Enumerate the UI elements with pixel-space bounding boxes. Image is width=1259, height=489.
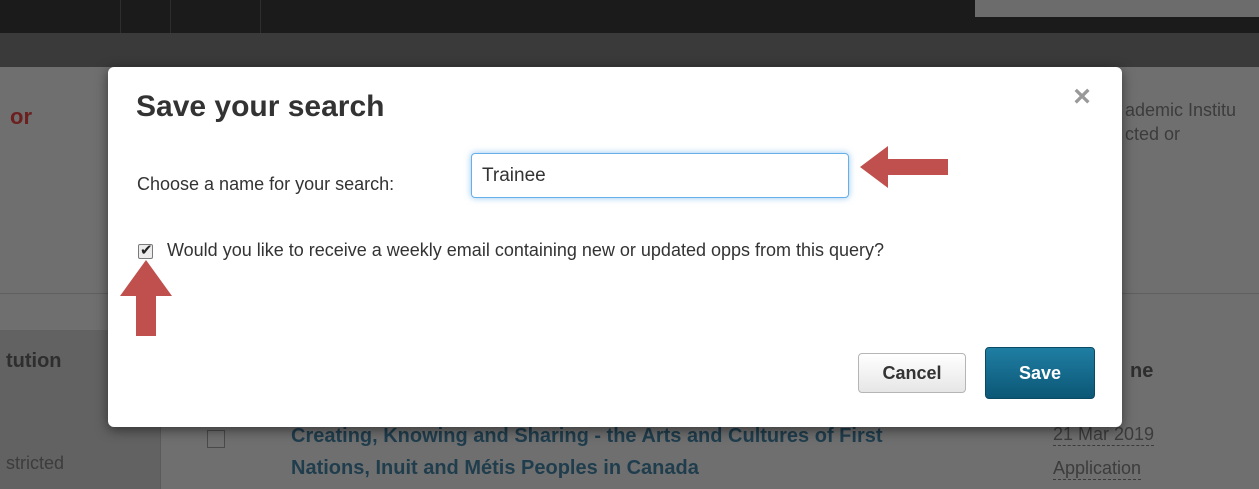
dialog-title: Save your search xyxy=(136,90,385,123)
result-title-link[interactable]: Nations, Inuit and Métis Peoples in Cana… xyxy=(291,457,699,480)
left-arrow-icon xyxy=(860,146,948,188)
close-button[interactable]: × xyxy=(1062,81,1102,113)
cancel-button[interactable]: Cancel xyxy=(858,353,966,393)
save-search-dialog: Save your search × Choose a name for you… xyxy=(108,67,1122,427)
user-area xyxy=(975,0,1259,17)
nav-segment xyxy=(0,0,121,33)
background-heading: or xyxy=(10,104,32,129)
sub-navigation-bar xyxy=(0,33,1259,68)
background-text: ademic Institu xyxy=(1125,100,1237,120)
search-name-label: Choose a name for your search: xyxy=(137,174,395,194)
sidebar-heading: tution xyxy=(6,350,62,372)
search-name-input[interactable] xyxy=(471,153,849,198)
weekly-email-label[interactable]: Would you like to receive a weekly email… xyxy=(167,240,884,261)
top-navigation-bar xyxy=(0,0,1259,33)
column-heading: ne xyxy=(1130,360,1154,382)
result-type: Application xyxy=(1053,458,1142,480)
nav-segment xyxy=(170,0,261,33)
save-button[interactable]: Save xyxy=(985,347,1095,399)
up-arrow-icon xyxy=(120,260,172,336)
checkmark-icon: ✔ xyxy=(140,241,153,259)
result-date: 21 Mar 2019 xyxy=(1053,424,1155,446)
result-title-link[interactable]: Creating, Knowing and Sharing - the Arts… xyxy=(291,425,883,448)
result-checkbox[interactable] xyxy=(207,430,225,448)
weekly-email-checkbox[interactable]: ✔ xyxy=(138,241,153,259)
sidebar-text: stricted xyxy=(6,453,65,473)
nav-segment xyxy=(120,0,171,33)
background-text: cted or xyxy=(1125,124,1181,144)
